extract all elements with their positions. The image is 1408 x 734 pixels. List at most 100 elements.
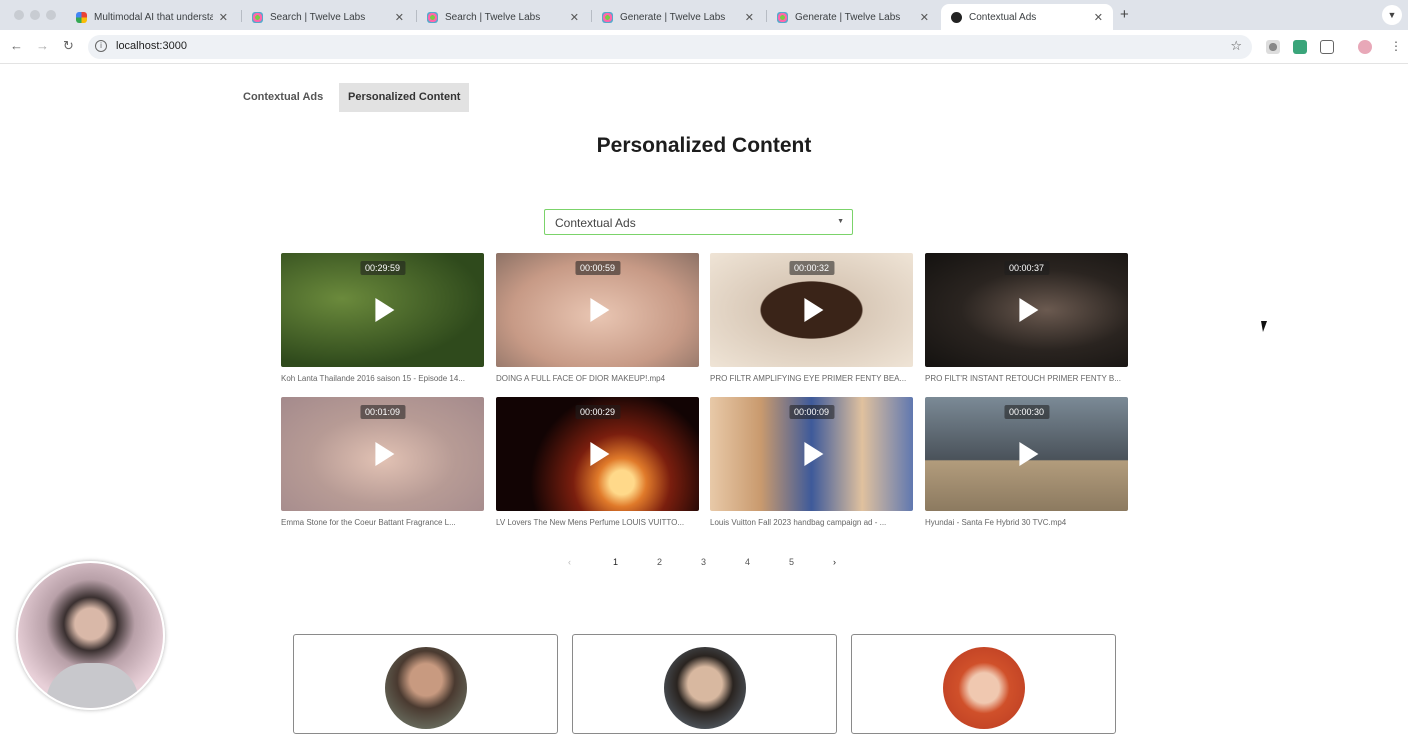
close-icon[interactable]: ✕: [395, 11, 404, 24]
profile-avatar: [664, 647, 746, 729]
video-card[interactable]: 00:00:37 PRO FILT'R INSTANT RETOUCH PRIM…: [925, 253, 1128, 383]
tab-favicon-icon: [427, 11, 438, 23]
reload-icon[interactable]: ↻: [63, 38, 74, 54]
video-card[interactable]: 00:00:29 LV Lovers The New Mens Perfume …: [496, 397, 699, 527]
tab-title: Contextual Ads: [969, 11, 1037, 23]
video-card[interactable]: 00:00:30 Hyundai - Santa Fe Hybrid 30 TV…: [925, 397, 1128, 527]
video-card[interactable]: 00:00:32 PRO FILTR AMPLIFYING EYE PRIMER…: [710, 253, 913, 383]
browser-menu-icon[interactable]: ⋮: [1390, 39, 1402, 53]
video-card[interactable]: 00:29:59 Koh Lanta Thailande 2016 saison…: [281, 253, 484, 383]
play-icon[interactable]: [374, 442, 394, 466]
webcam-shoulders: [46, 663, 139, 708]
video-title: PRO FILT'R INSTANT RETOUCH PRIMER FENTY …: [925, 374, 1121, 383]
close-icon[interactable]: ✕: [920, 11, 929, 24]
forward-arrow-icon[interactable]: →: [36, 38, 49, 53]
video-thumbnail[interactable]: 00:00:29: [496, 397, 699, 511]
new-tab-button[interactable]: +: [1120, 6, 1129, 23]
video-card[interactable]: 00:00:09 Louis Vuitton Fall 2023 handbag…: [710, 397, 913, 527]
browser-toolbar: ← → ↻ i localhost:3000 ☆: [0, 30, 1408, 64]
video-title: PRO FILTR AMPLIFYING EYE PRIMER FENTY BE…: [710, 374, 907, 383]
video-duration: 00:00:59: [574, 261, 621, 275]
address-url[interactable]: localhost:3000: [116, 40, 187, 52]
close-icon[interactable]: ✕: [219, 11, 228, 24]
page-content: Contextual Ads Personalized Content Pers…: [0, 64, 1408, 734]
video-thumbnail[interactable]: 00:00:09: [710, 397, 913, 511]
window-maximize-dot[interactable]: [46, 10, 56, 20]
video-title: Emma Stone for the Coeur Battant Fragran…: [281, 518, 456, 527]
index-select[interactable]: Contextual Ads ▼: [544, 209, 853, 235]
video-card[interactable]: 00:01:09 Emma Stone for the Coeur Battan…: [281, 397, 484, 527]
play-icon[interactable]: [589, 298, 609, 322]
pagination-page[interactable]: 1: [613, 557, 618, 567]
pagination-next-chevron-icon[interactable]: ›: [833, 557, 836, 567]
extension-sheet-icon[interactable]: [1293, 40, 1307, 54]
tab-title: Search | Twelve Labs: [445, 11, 541, 23]
extensions-puzzle-icon[interactable]: [1320, 40, 1334, 54]
video-thumbnail[interactable]: 00:00:59: [496, 253, 699, 367]
back-arrow-icon[interactable]: ←: [10, 38, 23, 53]
pagination-page[interactable]: 4: [745, 557, 750, 567]
profile-avatar: [385, 647, 467, 729]
extension-icon[interactable]: [1266, 40, 1280, 54]
tab-title: Generate | Twelve Labs: [620, 11, 726, 23]
close-icon[interactable]: ✕: [570, 11, 579, 24]
tab-title: Multimodal AI that understan: [94, 11, 213, 23]
nav-tab-contextual-ads[interactable]: Contextual Ads: [234, 83, 332, 112]
tab-search-chevron-icon[interactable]: ▼: [1382, 5, 1402, 25]
profile-card[interactable]: [293, 634, 558, 734]
tab-title: Search | Twelve Labs: [270, 11, 366, 23]
chevron-down-icon: ▼: [837, 218, 844, 225]
video-title: Koh Lanta Thailande 2016 saison 15 - Epi…: [281, 374, 465, 383]
play-icon[interactable]: [803, 442, 823, 466]
close-icon[interactable]: ✕: [745, 11, 754, 24]
play-icon[interactable]: [1018, 442, 1038, 466]
browser-tab[interactable]: Generate | Twelve Labs ✕: [767, 4, 939, 30]
video-duration: 00:00:09: [788, 405, 835, 419]
play-icon[interactable]: [589, 442, 609, 466]
close-icon[interactable]: ✕: [1094, 11, 1103, 24]
video-title: Hyundai - Santa Fe Hybrid 30 TVC.mp4: [925, 518, 1067, 527]
site-info-icon[interactable]: i: [95, 40, 107, 52]
play-icon[interactable]: [374, 298, 394, 322]
video-thumbnail[interactable]: 00:00:37: [925, 253, 1128, 367]
video-duration: 00:00:32: [788, 261, 835, 275]
play-icon[interactable]: [803, 298, 823, 322]
browser-tab[interactable]: Generate | Twelve Labs ✕: [592, 4, 764, 30]
video-duration: 00:00:30: [1003, 405, 1050, 419]
video-thumbnail[interactable]: 00:00:30: [925, 397, 1128, 511]
video-duration: 00:01:09: [359, 405, 406, 419]
browser-tab-active[interactable]: Contextual Ads ✕: [941, 4, 1113, 30]
profile-avatar[interactable]: [1358, 40, 1372, 54]
video-thumbnail[interactable]: 00:29:59: [281, 253, 484, 367]
tab-favicon-icon: [777, 11, 788, 23]
play-icon[interactable]: [1018, 298, 1038, 322]
tab-favicon-icon: [76, 11, 87, 23]
browser-tab-strip: Multimodal AI that understan ✕ Search | …: [0, 0, 1408, 30]
browser-tab[interactable]: Multimodal AI that understan ✕: [66, 4, 238, 30]
pagination-page[interactable]: 2: [657, 557, 662, 567]
pagination-page[interactable]: 5: [789, 557, 794, 567]
video-duration: 00:29:59: [359, 261, 406, 275]
tab-favicon-icon: [951, 11, 962, 23]
select-value: Contextual Ads: [555, 216, 636, 230]
window-close-dot[interactable]: [14, 10, 24, 20]
nav-tab-personalized-content[interactable]: Personalized Content: [339, 83, 470, 112]
window-minimize-dot[interactable]: [30, 10, 40, 20]
video-card[interactable]: 00:00:59 DOING A FULL FACE OF DIOR MAKEU…: [496, 253, 699, 383]
webcam-overlay: [16, 561, 165, 710]
tab-favicon-icon: [252, 11, 263, 23]
profile-card[interactable]: [572, 634, 837, 734]
profile-avatar: [943, 647, 1025, 729]
video-title: LV Lovers The New Mens Perfume LOUIS VUI…: [496, 518, 685, 527]
browser-tab[interactable]: Search | Twelve Labs ✕: [242, 4, 414, 30]
bookmark-star-icon[interactable]: ☆: [1230, 38, 1242, 54]
profile-card[interactable]: [851, 634, 1116, 734]
pagination-prev-chevron-icon[interactable]: ‹: [568, 557, 571, 567]
browser-tab[interactable]: Search | Twelve Labs ✕: [417, 4, 589, 30]
video-thumbnail[interactable]: 00:01:09: [281, 397, 484, 511]
address-bar[interactable]: i localhost:3000 ☆: [88, 35, 1252, 59]
pagination-page[interactable]: 3: [701, 557, 706, 567]
video-title: Louis Vuitton Fall 2023 handbag campaign…: [710, 518, 887, 527]
pagination: ‹ 1 2 3 4 5 ›: [0, 555, 1408, 569]
video-thumbnail[interactable]: 00:00:32: [710, 253, 913, 367]
